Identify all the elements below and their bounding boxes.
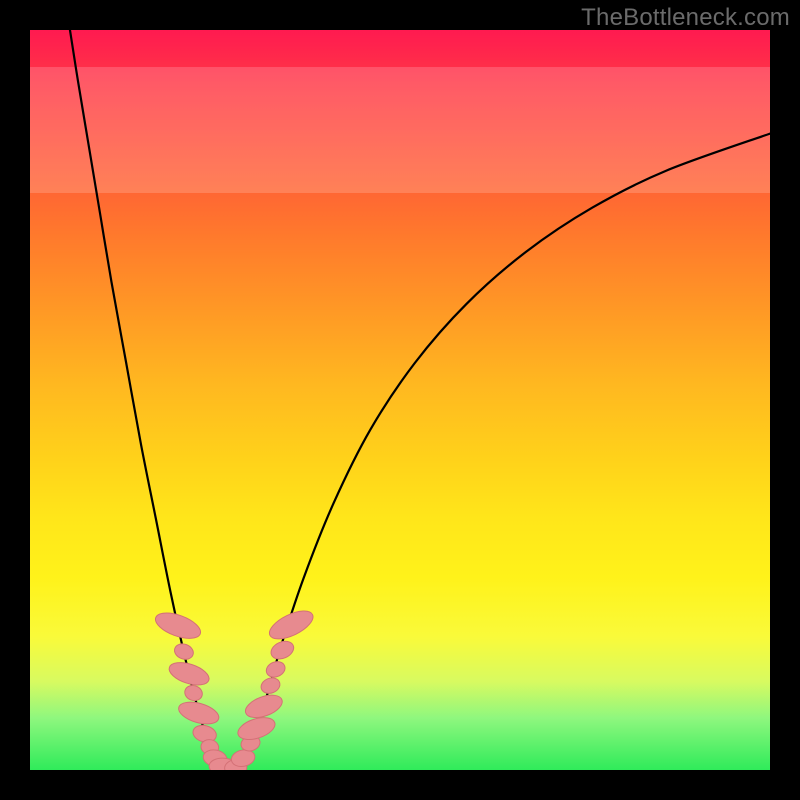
chart-frame: TheBottleneck.com — [0, 0, 800, 800]
data-bead — [166, 658, 211, 689]
watermark-text: TheBottleneck.com — [581, 4, 790, 32]
data-bead — [259, 675, 282, 695]
data-bead — [264, 659, 287, 680]
data-bead — [183, 683, 204, 703]
data-bead — [176, 698, 221, 728]
data-bead — [172, 641, 195, 661]
data-bead — [268, 638, 296, 663]
bottleneck-curve — [30, 30, 770, 770]
curve-right-branch — [230, 134, 770, 770]
data-bead — [152, 608, 204, 644]
plot-area — [30, 30, 770, 770]
curve-left-branch — [70, 30, 230, 770]
